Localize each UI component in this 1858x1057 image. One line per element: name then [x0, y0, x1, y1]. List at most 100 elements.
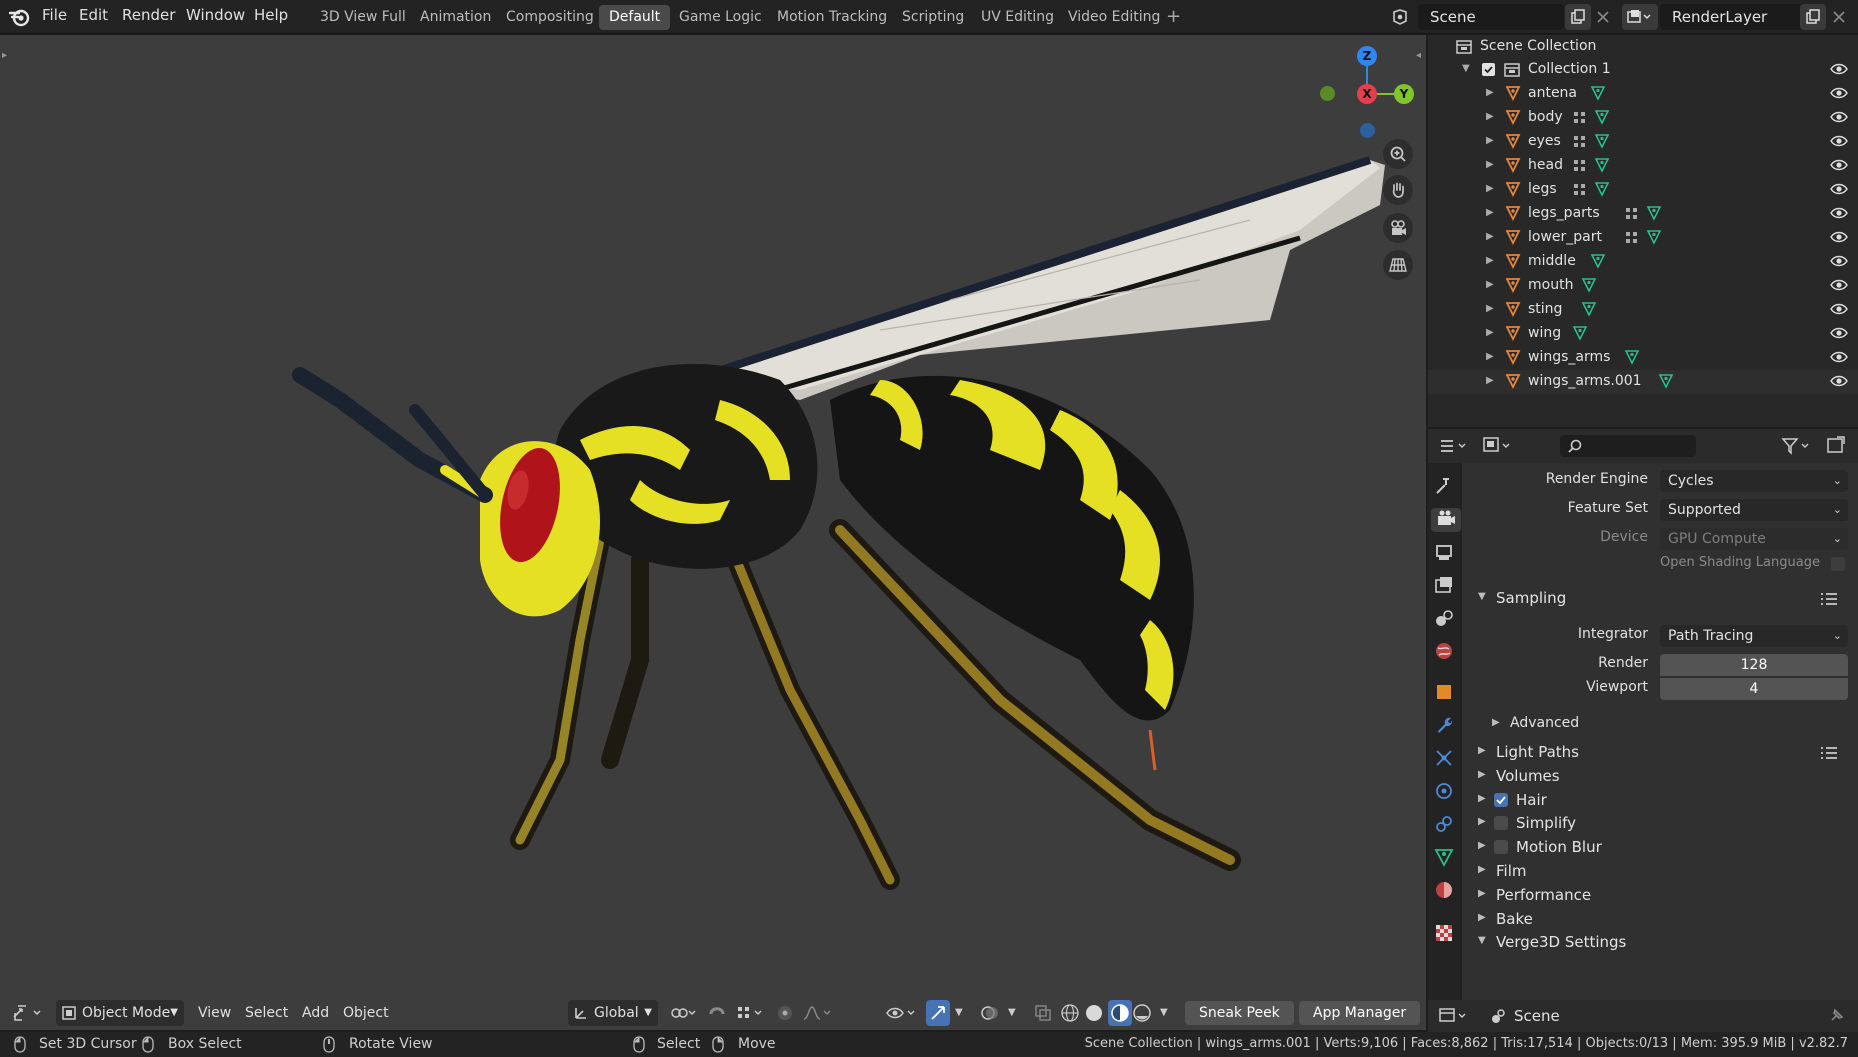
expand-arrow-icon[interactable]: ▶: [1486, 135, 1494, 146]
menu-select[interactable]: Select: [245, 1000, 288, 1026]
panel-checkbox[interactable]: [1494, 840, 1508, 855]
snap-grid-icon[interactable]: [736, 1000, 766, 1026]
panel-header-performance[interactable]: ▶ Performance: [1472, 884, 1852, 908]
collapse-arrow-icon[interactable]: ▼: [1462, 63, 1470, 74]
collection-checkbox[interactable]: [1482, 63, 1495, 76]
expand-arrow-icon[interactable]: ▶: [1486, 231, 1494, 242]
view-layer-selector-icon[interactable]: [1622, 4, 1658, 30]
panel-header-volumes[interactable]: ▶ Volumes: [1472, 765, 1852, 789]
overlays-toggle-icon[interactable]: [980, 1000, 1004, 1026]
eye-icon[interactable]: [1830, 373, 1848, 393]
modifier-icon[interactable]: [1572, 134, 1588, 154]
proportional-edit-icon[interactable]: [776, 1000, 798, 1026]
gizmo-toggle-icon[interactable]: [926, 1000, 950, 1026]
filter-icon[interactable]: [1780, 435, 1816, 457]
eye-icon[interactable]: [1830, 229, 1848, 249]
expand-arrow-icon[interactable]: ▶: [1486, 255, 1494, 266]
eye-icon[interactable]: [1830, 133, 1848, 153]
mesh-data-icon[interactable]: [1646, 205, 1662, 225]
expand-arrow-icon[interactable]: ▶: [1486, 279, 1494, 290]
panel-header-simplify[interactable]: ▶ Simplify: [1472, 812, 1852, 836]
eye-icon[interactable]: [1830, 157, 1848, 177]
panel-header-film[interactable]: ▶ Film: [1472, 860, 1852, 884]
outliner-object-row[interactable]: ▶ wings_arms: [1428, 346, 1858, 370]
presets-list-icon[interactable]: [1820, 745, 1838, 761]
shading-dropdown-icon[interactable]: ▼: [1160, 1000, 1168, 1026]
menu-view[interactable]: View: [198, 1000, 231, 1026]
outliner-object-row[interactable]: ▶ middle: [1428, 250, 1858, 274]
panel-checkbox[interactable]: [1494, 792, 1508, 807]
xray-toggle-icon[interactable]: [1034, 1000, 1056, 1026]
integrator-dropdown[interactable]: Path Tracing ⌄: [1660, 625, 1848, 647]
outliner-object-row[interactable]: ▶ body: [1428, 106, 1858, 130]
outliner-object-row[interactable]: ▶ head: [1428, 154, 1858, 178]
expand-arrow-icon[interactable]: ▶: [1486, 87, 1494, 98]
delete-view-layer-icon[interactable]: [1826, 4, 1852, 30]
properties-search-input[interactable]: [1560, 435, 1696, 457]
new-view-layer-icon[interactable]: [1800, 4, 1826, 30]
transform-orientation-dropdown[interactable]: Global ▼: [568, 1000, 658, 1026]
tab-animation[interactable]: Animation: [410, 5, 501, 30]
outliner-object-row[interactable]: ▶ sting: [1428, 298, 1858, 322]
presets-list-icon[interactable]: [1820, 591, 1838, 607]
sidebar-expand-icon[interactable]: ◂: [1416, 50, 1421, 61]
menu-render[interactable]: Render: [122, 6, 175, 24]
menu-help[interactable]: Help: [254, 6, 288, 24]
mesh-data-icon[interactable]: [1581, 301, 1597, 321]
mesh-data-icon[interactable]: [1594, 181, 1610, 201]
perspective-grid-icon[interactable]: [1383, 250, 1413, 280]
mesh-data-icon[interactable]: [1594, 157, 1610, 177]
mesh-data-icon[interactable]: [1581, 277, 1597, 297]
add-workspace-button[interactable]: +: [1166, 6, 1181, 27]
gizmo-dropdown-icon[interactable]: ▼: [955, 1000, 963, 1026]
eye-icon[interactable]: [1830, 61, 1848, 77]
pan-hand-icon[interactable]: [1383, 175, 1413, 205]
eye-icon[interactable]: [1830, 325, 1848, 345]
menu-file[interactable]: File: [42, 6, 67, 24]
scene-field[interactable]: Scene: [1418, 4, 1564, 30]
outliner-object-row[interactable]: ▶ wings_arms.001: [1428, 370, 1858, 394]
object-tab-icon[interactable]: [1433, 681, 1457, 705]
panel-header-hair[interactable]: ▶ Hair: [1472, 789, 1852, 813]
mesh-data-icon[interactable]: [1624, 349, 1640, 369]
expand-arrow-icon[interactable]: ▶: [1486, 351, 1494, 362]
particles-tab-icon[interactable]: [1433, 747, 1457, 771]
scene-tab-icon[interactable]: [1433, 607, 1457, 631]
outliner-object-row[interactable]: ▶ legs_parts: [1428, 202, 1858, 226]
new-scene-icon[interactable]: [1565, 4, 1591, 30]
texture-tab-icon[interactable]: [1433, 922, 1457, 946]
render-tab-icon[interactable]: [1431, 508, 1461, 532]
sampling-panel-header[interactable]: ▼ Sampling: [1472, 587, 1852, 611]
shading-material-icon[interactable]: [1108, 1000, 1132, 1026]
material-tab-icon[interactable]: [1433, 879, 1457, 903]
tab-scripting[interactable]: Scripting: [892, 5, 974, 30]
eye-icon[interactable]: [1830, 109, 1848, 129]
feature-set-dropdown[interactable]: Supported ⌄: [1660, 499, 1848, 521]
eye-icon[interactable]: [1830, 301, 1848, 321]
mesh-data-icon[interactable]: [1594, 109, 1610, 129]
visibility-selectability-icon[interactable]: [886, 1000, 920, 1026]
expand-arrow-icon[interactable]: ▶: [1486, 207, 1494, 218]
expand-arrow-icon[interactable]: ▶: [1486, 183, 1494, 194]
tab-game-logic[interactable]: Game Logic: [669, 5, 772, 30]
view-layer-field[interactable]: RenderLayer: [1660, 4, 1810, 30]
tool-tab-icon[interactable]: [1433, 475, 1457, 499]
eye-icon[interactable]: [1830, 85, 1848, 105]
eye-icon[interactable]: [1830, 205, 1848, 225]
eye-icon[interactable]: [1830, 181, 1848, 201]
gizmo-neg-y[interactable]: [1320, 86, 1335, 101]
wasp-model[interactable]: [0, 35, 1426, 1030]
expand-arrow-icon[interactable]: ▶: [1486, 111, 1494, 122]
modifier-icon[interactable]: [1572, 158, 1588, 178]
editor-type-icon[interactable]: [1438, 435, 1472, 457]
outliner-object-row[interactable]: ▶ antena: [1428, 82, 1858, 106]
scene-collection-row[interactable]: Scene Collection: [1428, 35, 1858, 59]
menu-edit[interactable]: Edit: [79, 6, 108, 24]
expand-arrow-icon[interactable]: ▶: [1486, 327, 1494, 338]
3d-viewport[interactable]: Z X Y ▸ ◂: [0, 35, 1426, 1030]
mesh-data-icon[interactable]: [1594, 133, 1610, 153]
advanced-subpanel-header[interactable]: ▶ Advanced: [1486, 713, 1826, 737]
expand-arrow-icon[interactable]: ▶: [1486, 375, 1494, 386]
shading-wireframe-icon[interactable]: [1060, 1000, 1084, 1026]
snap-magnet-icon[interactable]: [708, 1000, 730, 1026]
